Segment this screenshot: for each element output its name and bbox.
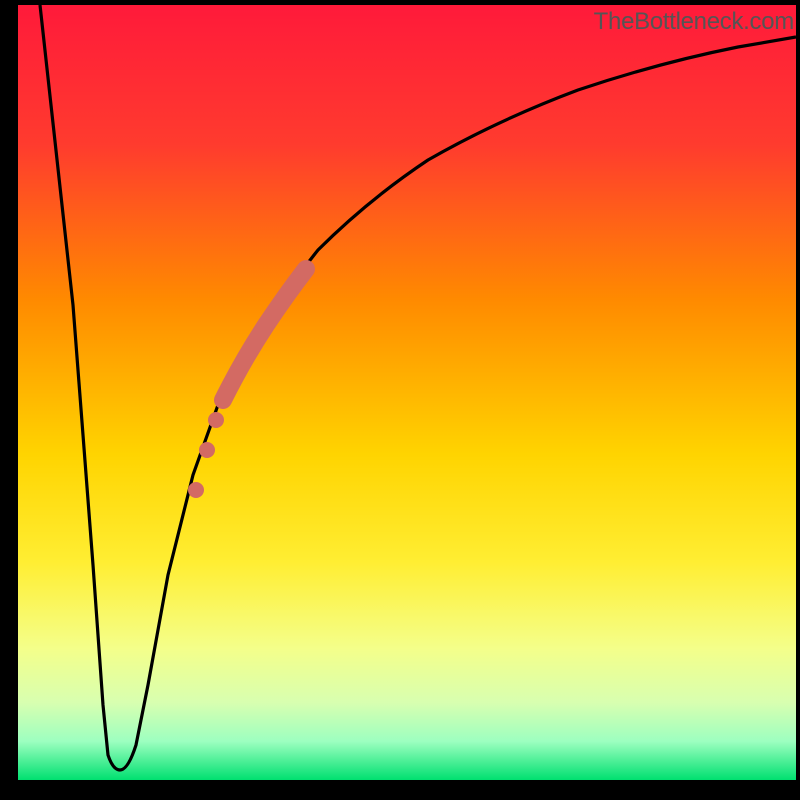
plot-area	[18, 5, 796, 780]
highlight-dot	[199, 442, 215, 458]
highlight-dot	[208, 412, 224, 428]
chart-container: TheBottleneck.com	[0, 0, 800, 800]
gradient-background	[18, 5, 796, 780]
highlight-dot	[188, 482, 204, 498]
watermark-text: TheBottleneck.com	[594, 8, 794, 36]
chart-svg	[18, 5, 796, 780]
